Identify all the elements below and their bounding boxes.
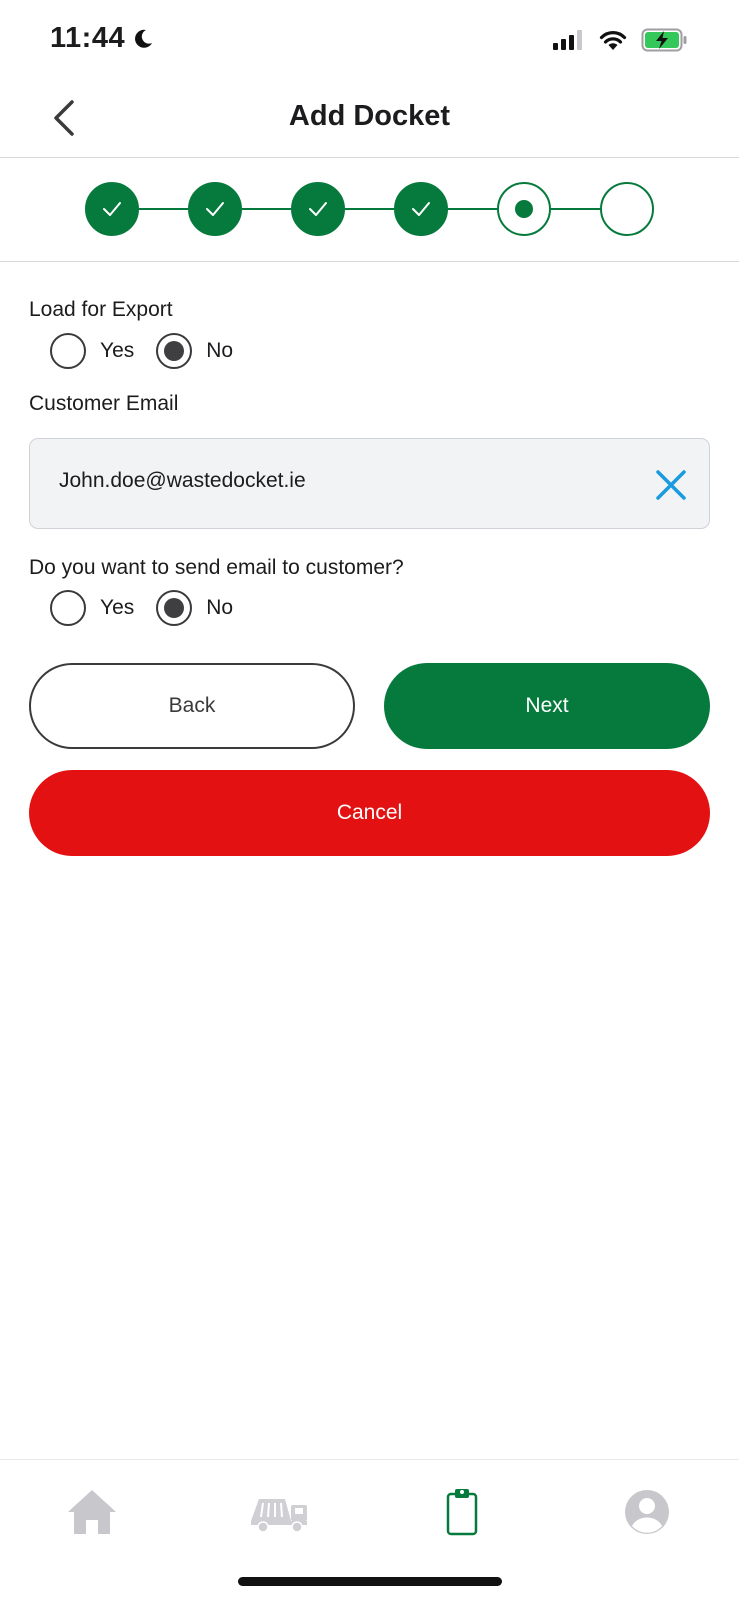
checkmark-icon bbox=[206, 202, 224, 216]
home-indicator bbox=[238, 1577, 502, 1586]
step-6-pending bbox=[600, 182, 654, 236]
step-connector bbox=[345, 208, 394, 210]
customer-email-label: Customer Email bbox=[29, 392, 179, 415]
next-button[interactable]: Next bbox=[384, 663, 710, 749]
checkmark-icon bbox=[309, 202, 327, 216]
back-button[interactable]: Back bbox=[29, 663, 355, 749]
radio-label-no: No bbox=[206, 339, 234, 362]
status-time-wrap: 11:44 bbox=[50, 22, 155, 55]
step-connector bbox=[551, 208, 600, 210]
tab-dockets[interactable] bbox=[434, 1484, 490, 1540]
home-icon bbox=[68, 1490, 116, 1534]
step-connector bbox=[448, 208, 497, 210]
send-email-no-option[interactable]: No bbox=[156, 590, 233, 626]
tab-skips[interactable] bbox=[249, 1484, 311, 1540]
step-1-completed bbox=[85, 182, 139, 236]
step-3-completed bbox=[291, 182, 345, 236]
progress-stepper bbox=[0, 158, 739, 262]
signal-icon bbox=[553, 30, 582, 50]
profile-icon bbox=[625, 1490, 669, 1534]
nav-header: Add Docket bbox=[0, 80, 739, 158]
load-for-export-radio-group: Yes No bbox=[50, 333, 233, 369]
cancel-button[interactable]: Cancel bbox=[29, 770, 710, 856]
close-icon[interactable] bbox=[653, 467, 689, 503]
send-email-label: Do you want to send email to customer? bbox=[29, 556, 404, 579]
skip-truck-icon bbox=[251, 1499, 307, 1533]
load-for-export-no-option[interactable]: No bbox=[156, 333, 233, 369]
battery-charging-icon bbox=[641, 28, 687, 52]
tab-profile[interactable] bbox=[619, 1484, 675, 1540]
checkmark-icon bbox=[103, 202, 121, 216]
step-2-completed bbox=[188, 182, 242, 236]
send-email-radio-group: Yes No bbox=[50, 590, 233, 626]
send-email-yes-option[interactable]: Yes bbox=[50, 590, 134, 626]
step-connector bbox=[242, 208, 291, 210]
moon-icon bbox=[135, 29, 153, 48]
radio-unselected[interactable] bbox=[50, 333, 86, 369]
step-connector bbox=[139, 208, 188, 210]
load-for-export-yes-option[interactable]: Yes bbox=[50, 333, 134, 369]
radio-label-yes: Yes bbox=[100, 596, 135, 619]
status-icons bbox=[553, 28, 689, 52]
radio-selected[interactable] bbox=[156, 590, 193, 626]
status-time: 11:44 bbox=[50, 22, 126, 54]
current-step-dot bbox=[515, 200, 533, 218]
step-4-completed bbox=[394, 182, 448, 236]
page-title: Add Docket bbox=[288, 100, 451, 132]
radio-label-yes: Yes bbox=[100, 339, 135, 362]
customer-email-field[interactable] bbox=[29, 438, 710, 529]
radio-selected[interactable] bbox=[156, 333, 193, 369]
customer-email-input[interactable] bbox=[59, 469, 619, 493]
load-for-export-label: Load for Export bbox=[29, 298, 173, 321]
checkmark-icon bbox=[412, 202, 430, 216]
clipboard-icon bbox=[446, 1489, 478, 1536]
radio-unselected[interactable] bbox=[50, 590, 86, 626]
radio-label-no: No bbox=[206, 596, 234, 619]
status-bar: 11:44 bbox=[0, 0, 739, 80]
wifi-icon bbox=[599, 31, 627, 50]
tab-home[interactable] bbox=[64, 1484, 120, 1540]
step-5-current bbox=[497, 182, 551, 236]
